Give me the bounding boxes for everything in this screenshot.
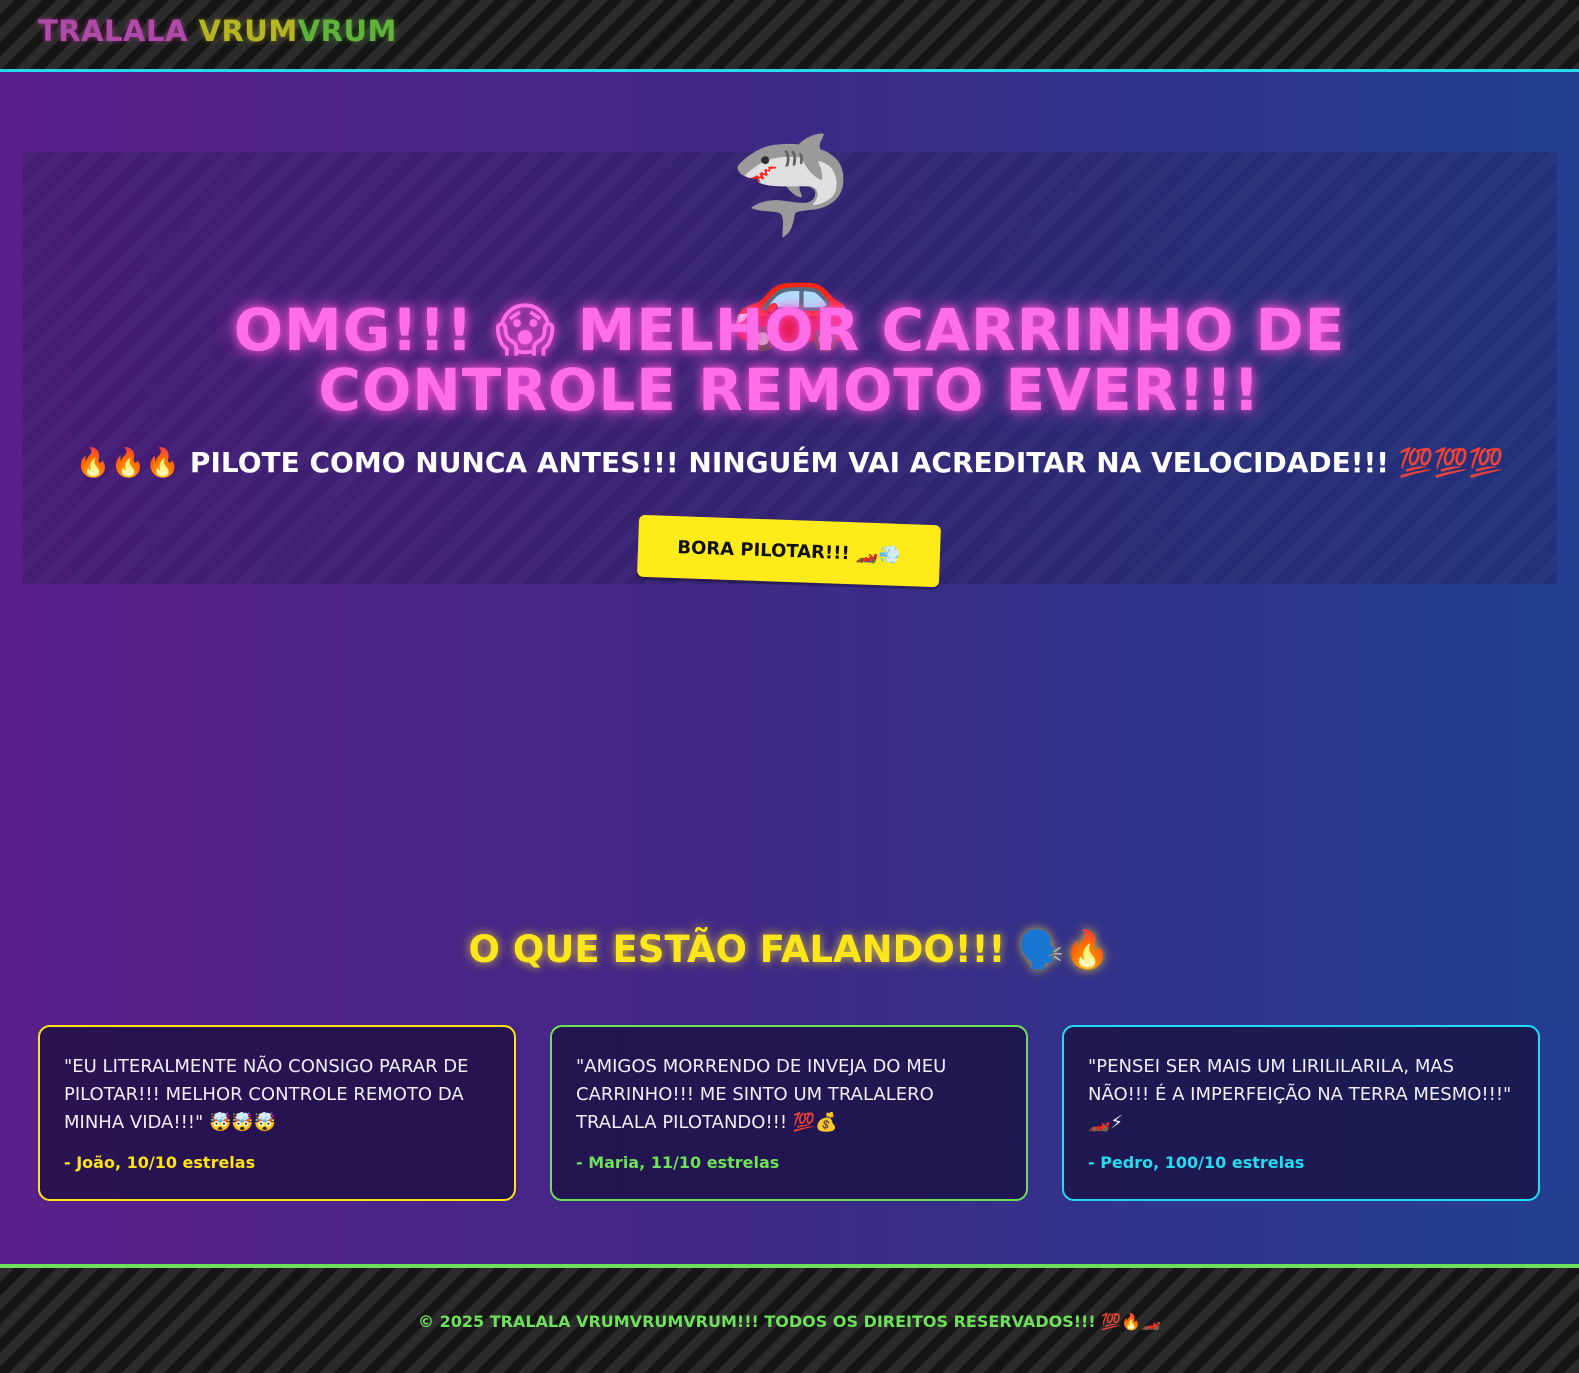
site-footer: © 2025 TRALALA VRUMVRUMVRUM!!! TODOS OS … xyxy=(0,1264,1579,1373)
testimonial-author: - Pedro, 100/10 estrelas xyxy=(1088,1153,1305,1172)
testimonial-quote: "EU LITERALMENTE NÃO CONSIGO PARAR DE PI… xyxy=(64,1056,469,1133)
logo-part-tralala: TRALALA xyxy=(38,14,188,48)
logo-part-vrum-2: VRUM xyxy=(297,14,397,48)
hero-subtitle: 🔥🔥🔥 PILOTE COMO NUNCA ANTES!!! NINGUÉM V… xyxy=(75,446,1504,479)
testimonial-card-pedro: "PENSEI SER MAIS UM LIRILILARILA, MAS NÃ… xyxy=(1062,1025,1540,1201)
shark-car-icon: 🦈🚗 xyxy=(729,129,853,355)
testimonial-card-maria: "AMIGOS MORRENDO DE INVEJA DO MEU CARRIN… xyxy=(550,1025,1028,1201)
bora-pilotar-button[interactable]: BORA PILOTAR!!! 🏎️💨 xyxy=(637,514,941,588)
testimonial-card-joao: "EU LITERALMENTE NÃO CONSIGO PARAR DE PI… xyxy=(38,1025,516,1201)
testimonial-author: - Maria, 11/10 estrelas xyxy=(576,1153,780,1172)
site-logo[interactable]: TRALALA VRUMVRUM xyxy=(38,14,397,48)
testimonial-quote: "AMIGOS MORRENDO DE INVEJA DO MEU CARRIN… xyxy=(576,1056,947,1133)
hero-title: OMG!!! 😱 MELHOR CARRINHO DE CONTROLE REM… xyxy=(233,296,1346,424)
testimonial-quote: "PENSEI SER MAIS UM LIRILILARILA, MAS NÃ… xyxy=(1088,1056,1512,1133)
site-header: TRALALA VRUMVRUM xyxy=(0,0,1579,72)
footer-copyright: © 2025 TRALALA VRUMVRUMVRUM!!! TODOS OS … xyxy=(418,1312,1161,1331)
logo-part-vrum-1: VRUM xyxy=(198,14,298,48)
testimonials-title: O QUE ESTÃO FALANDO!!! 🗣️🔥 xyxy=(468,928,1111,971)
testimonial-author: - João, 10/10 estrelas xyxy=(64,1153,256,1172)
